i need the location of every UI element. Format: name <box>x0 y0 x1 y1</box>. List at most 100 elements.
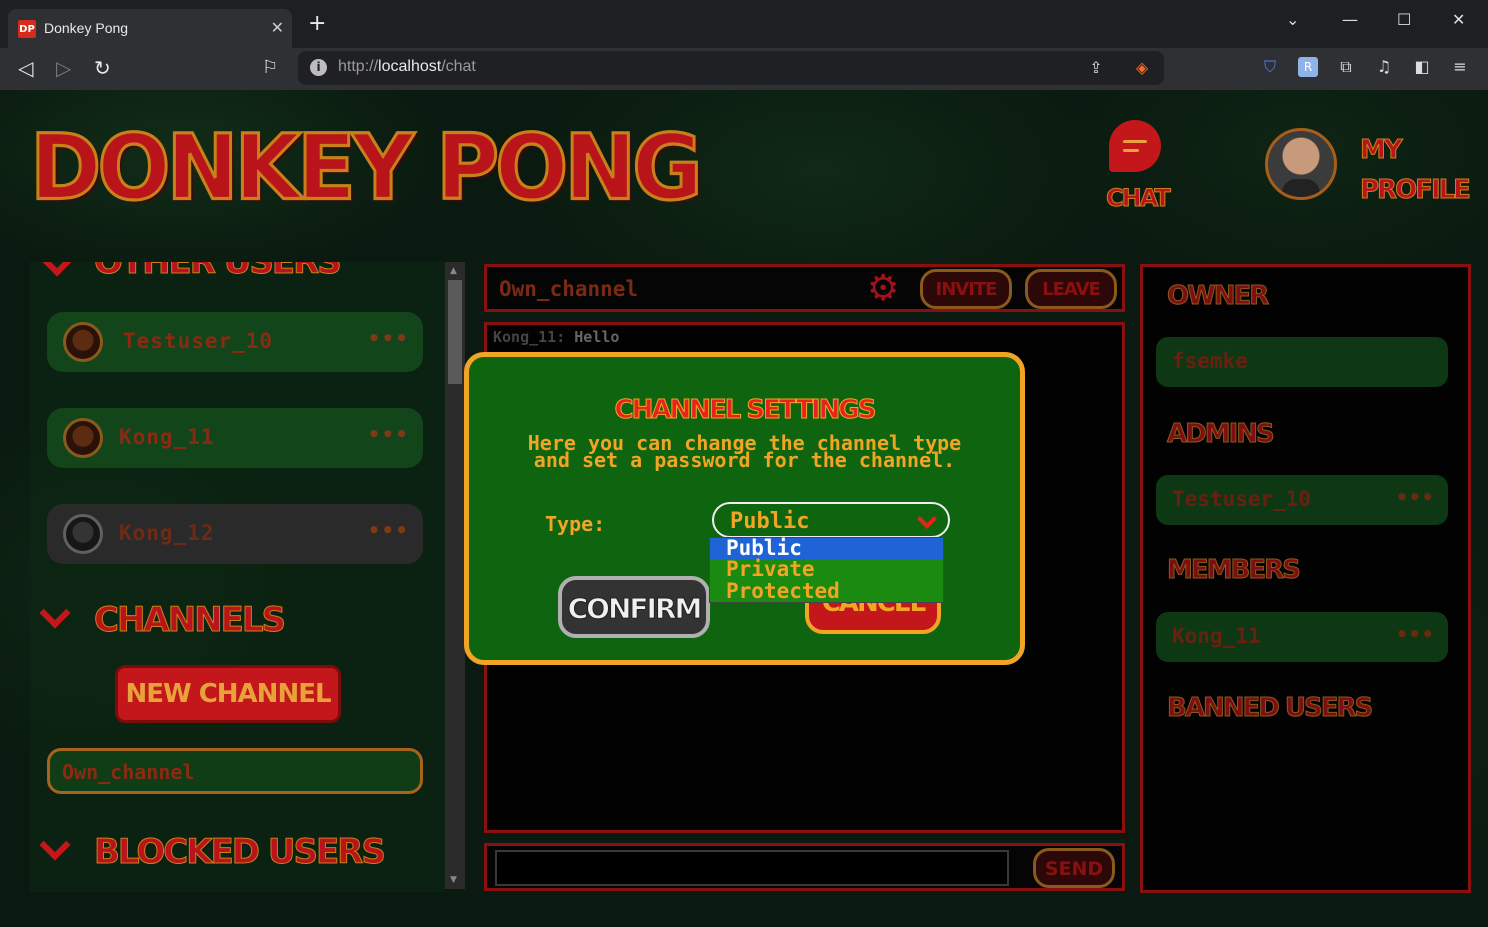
message-text: Hello <box>574 328 620 346</box>
option-public[interactable]: Public <box>710 538 943 559</box>
member-name: Kong_11 <box>1172 624 1261 648</box>
tab-title: Donkey Pong <box>44 20 129 36</box>
more-options-icon[interactable]: ••• <box>368 422 409 446</box>
confirm-label: CONFIRM <box>567 592 703 626</box>
media-icon[interactable]: ♫ <box>1374 57 1394 77</box>
profile-label-line2: PROFILE <box>1360 175 1472 206</box>
profile-label-line1: MY <box>1360 135 1404 166</box>
reload-icon[interactable]: ↻ <box>94 56 111 80</box>
chat-bubble-icon <box>1109 120 1161 172</box>
channel-title: Own_channel <box>499 277 639 301</box>
site-info-icon[interactable]: i <box>310 59 327 76</box>
chat-nav-button[interactable]: CHAT <box>1104 120 1171 220</box>
url-text[interactable]: http://localhost/chat <box>338 58 476 76</box>
message-composer: SEND <box>484 843 1125 891</box>
browser-tab[interactable]: DP Donkey Pong ✕ <box>8 9 292 48</box>
more-options-icon[interactable]: ••• <box>1396 622 1434 646</box>
chevron-down-icon[interactable] <box>39 597 71 629</box>
site-logo[interactable]: DONKEY PONG <box>29 114 705 222</box>
chevron-down-icon[interactable] <box>41 262 73 277</box>
modal-title: CHANNEL SETTINGS <box>614 395 877 426</box>
avatar <box>63 322 103 362</box>
scroll-thumb[interactable] <box>448 280 462 384</box>
address-bar[interactable]: i http://localhost/chat ⇪ ◈ <box>298 51 1164 85</box>
admin-item[interactable]: Testuser_10 ••• <box>1156 475 1448 525</box>
member-item[interactable]: Kong_11 ••• <box>1156 612 1448 662</box>
chevron-down-icon[interactable] <box>39 829 71 861</box>
user-name: Testuser_10 <box>123 329 274 353</box>
bookmark-icon[interactable]: ⚐ <box>262 57 278 78</box>
option-protected[interactable]: Protected <box>710 581 943 602</box>
new-tab-icon[interactable]: + <box>308 13 326 35</box>
back-icon[interactable]: ◁ <box>18 56 33 80</box>
bitwarden-icon[interactable]: ⛉ <box>1260 57 1280 77</box>
user-name: Kong_12 <box>119 521 215 545</box>
user-item[interactable]: Kong_11 ••• <box>47 408 423 468</box>
confirm-button[interactable]: CONFIRM <box>558 576 710 638</box>
send-label: SEND <box>1044 858 1104 880</box>
scroll-up-icon[interactable]: ▲ <box>450 266 457 276</box>
invite-button[interactable]: INVITE <box>920 269 1012 309</box>
browser-toolbar: ◁ ▷ ↻ ⚐ i http://localhost/chat ⇪ ◈ ⛉ R … <box>0 48 1488 90</box>
brave-shield-icon[interactable]: ◈ <box>1132 58 1152 78</box>
more-options-icon[interactable]: ••• <box>368 518 409 542</box>
modal-description: Here you can change the channel type and… <box>527 431 962 472</box>
user-item[interactable]: Testuser_10 ••• <box>47 312 423 372</box>
extension-r-icon[interactable]: R <box>1298 57 1318 77</box>
type-label: Type: <box>545 512 606 536</box>
owner-name: fsemke <box>1172 349 1248 373</box>
close-window-icon[interactable]: ✕ <box>1452 10 1465 29</box>
my-profile-link[interactable]: MY PROFILE <box>1360 130 1472 210</box>
members-title: MEMBERS <box>1167 555 1302 586</box>
close-tab-icon[interactable]: ✕ <box>271 18 284 37</box>
chat-label: CHAT <box>1106 184 1172 213</box>
channel-settings-modal: CHANNEL SETTINGS Here you can change the… <box>464 352 1025 665</box>
message-input[interactable] <box>495 850 1009 886</box>
profile-avatar[interactable] <box>1265 128 1337 200</box>
forward-icon[interactable]: ▷ <box>56 56 71 80</box>
other-users-title: OTHER USERS <box>94 262 343 283</box>
page: DONKEY PONG CHAT MY PROFILE OTHER USERS … <box>0 90 1488 927</box>
send-button[interactable]: SEND <box>1033 848 1115 888</box>
menu-icon[interactable]: ≡ <box>1450 57 1470 77</box>
channel-type-options: Public Private Protected <box>709 537 944 603</box>
share-icon[interactable]: ⇪ <box>1086 58 1106 78</box>
banned-users-title: BANNED USERS <box>1166 693 1373 724</box>
leave-button[interactable]: LEAVE <box>1025 269 1117 309</box>
new-channel-button[interactable]: NEW CHANNEL <box>115 665 341 723</box>
url-host: localhost <box>378 58 442 75</box>
url-path: /chat <box>441 58 476 75</box>
more-options-icon[interactable]: ••• <box>1396 485 1434 509</box>
channel-header: Own_channel ⚙ INVITE LEAVE <box>484 264 1125 312</box>
tab-search-icon[interactable]: ⌄ <box>1286 10 1299 29</box>
avatar <box>63 418 103 458</box>
more-options-icon[interactable]: ••• <box>368 326 409 350</box>
chevron-down-icon <box>917 509 937 529</box>
maximize-icon[interactable]: ☐ <box>1397 10 1411 29</box>
minimize-icon[interactable]: — <box>1342 10 1358 29</box>
user-item[interactable]: Kong_12 ••• <box>47 504 423 564</box>
owner-item[interactable]: fsemke <box>1156 337 1448 387</box>
extensions-puzzle-icon[interactable]: ⧉ <box>1336 57 1356 77</box>
user-name: Kong_11 <box>119 425 215 449</box>
admins-title: ADMINS <box>1167 419 1276 450</box>
scroll-down-icon[interactable]: ▼ <box>450 875 457 885</box>
blocked-users-title: BLOCKED USERS <box>94 832 387 873</box>
left-sidebar: OTHER USERS Testuser_10 ••• Kong_11 ••• … <box>30 262 445 892</box>
channel-item[interactable]: Own_channel <box>47 748 423 794</box>
selected-type: Public <box>730 509 810 534</box>
browser-titlebar: DP Donkey Pong ✕ + ⌄ — ☐ ✕ <box>0 0 1488 48</box>
sidebar-scrollbar[interactable]: ▲ ▼ <box>445 262 465 889</box>
invite-label: INVITE <box>935 279 998 300</box>
favicon-icon: DP <box>18 20 36 38</box>
message-sender: Kong_11: <box>493 328 566 346</box>
gear-icon[interactable]: ⚙ <box>867 271 899 307</box>
url-scheme: http:// <box>338 58 379 75</box>
channel-type-select[interactable]: Public <box>712 502 950 538</box>
channels-title: CHANNELS <box>93 600 286 641</box>
option-private[interactable]: Private <box>710 559 943 580</box>
channel-name: Own_channel <box>62 760 195 784</box>
admin-name: Testuser_10 <box>1172 487 1312 511</box>
sidebar-icon[interactable]: ◧ <box>1412 57 1432 77</box>
leave-label: LEAVE <box>1042 279 1101 300</box>
